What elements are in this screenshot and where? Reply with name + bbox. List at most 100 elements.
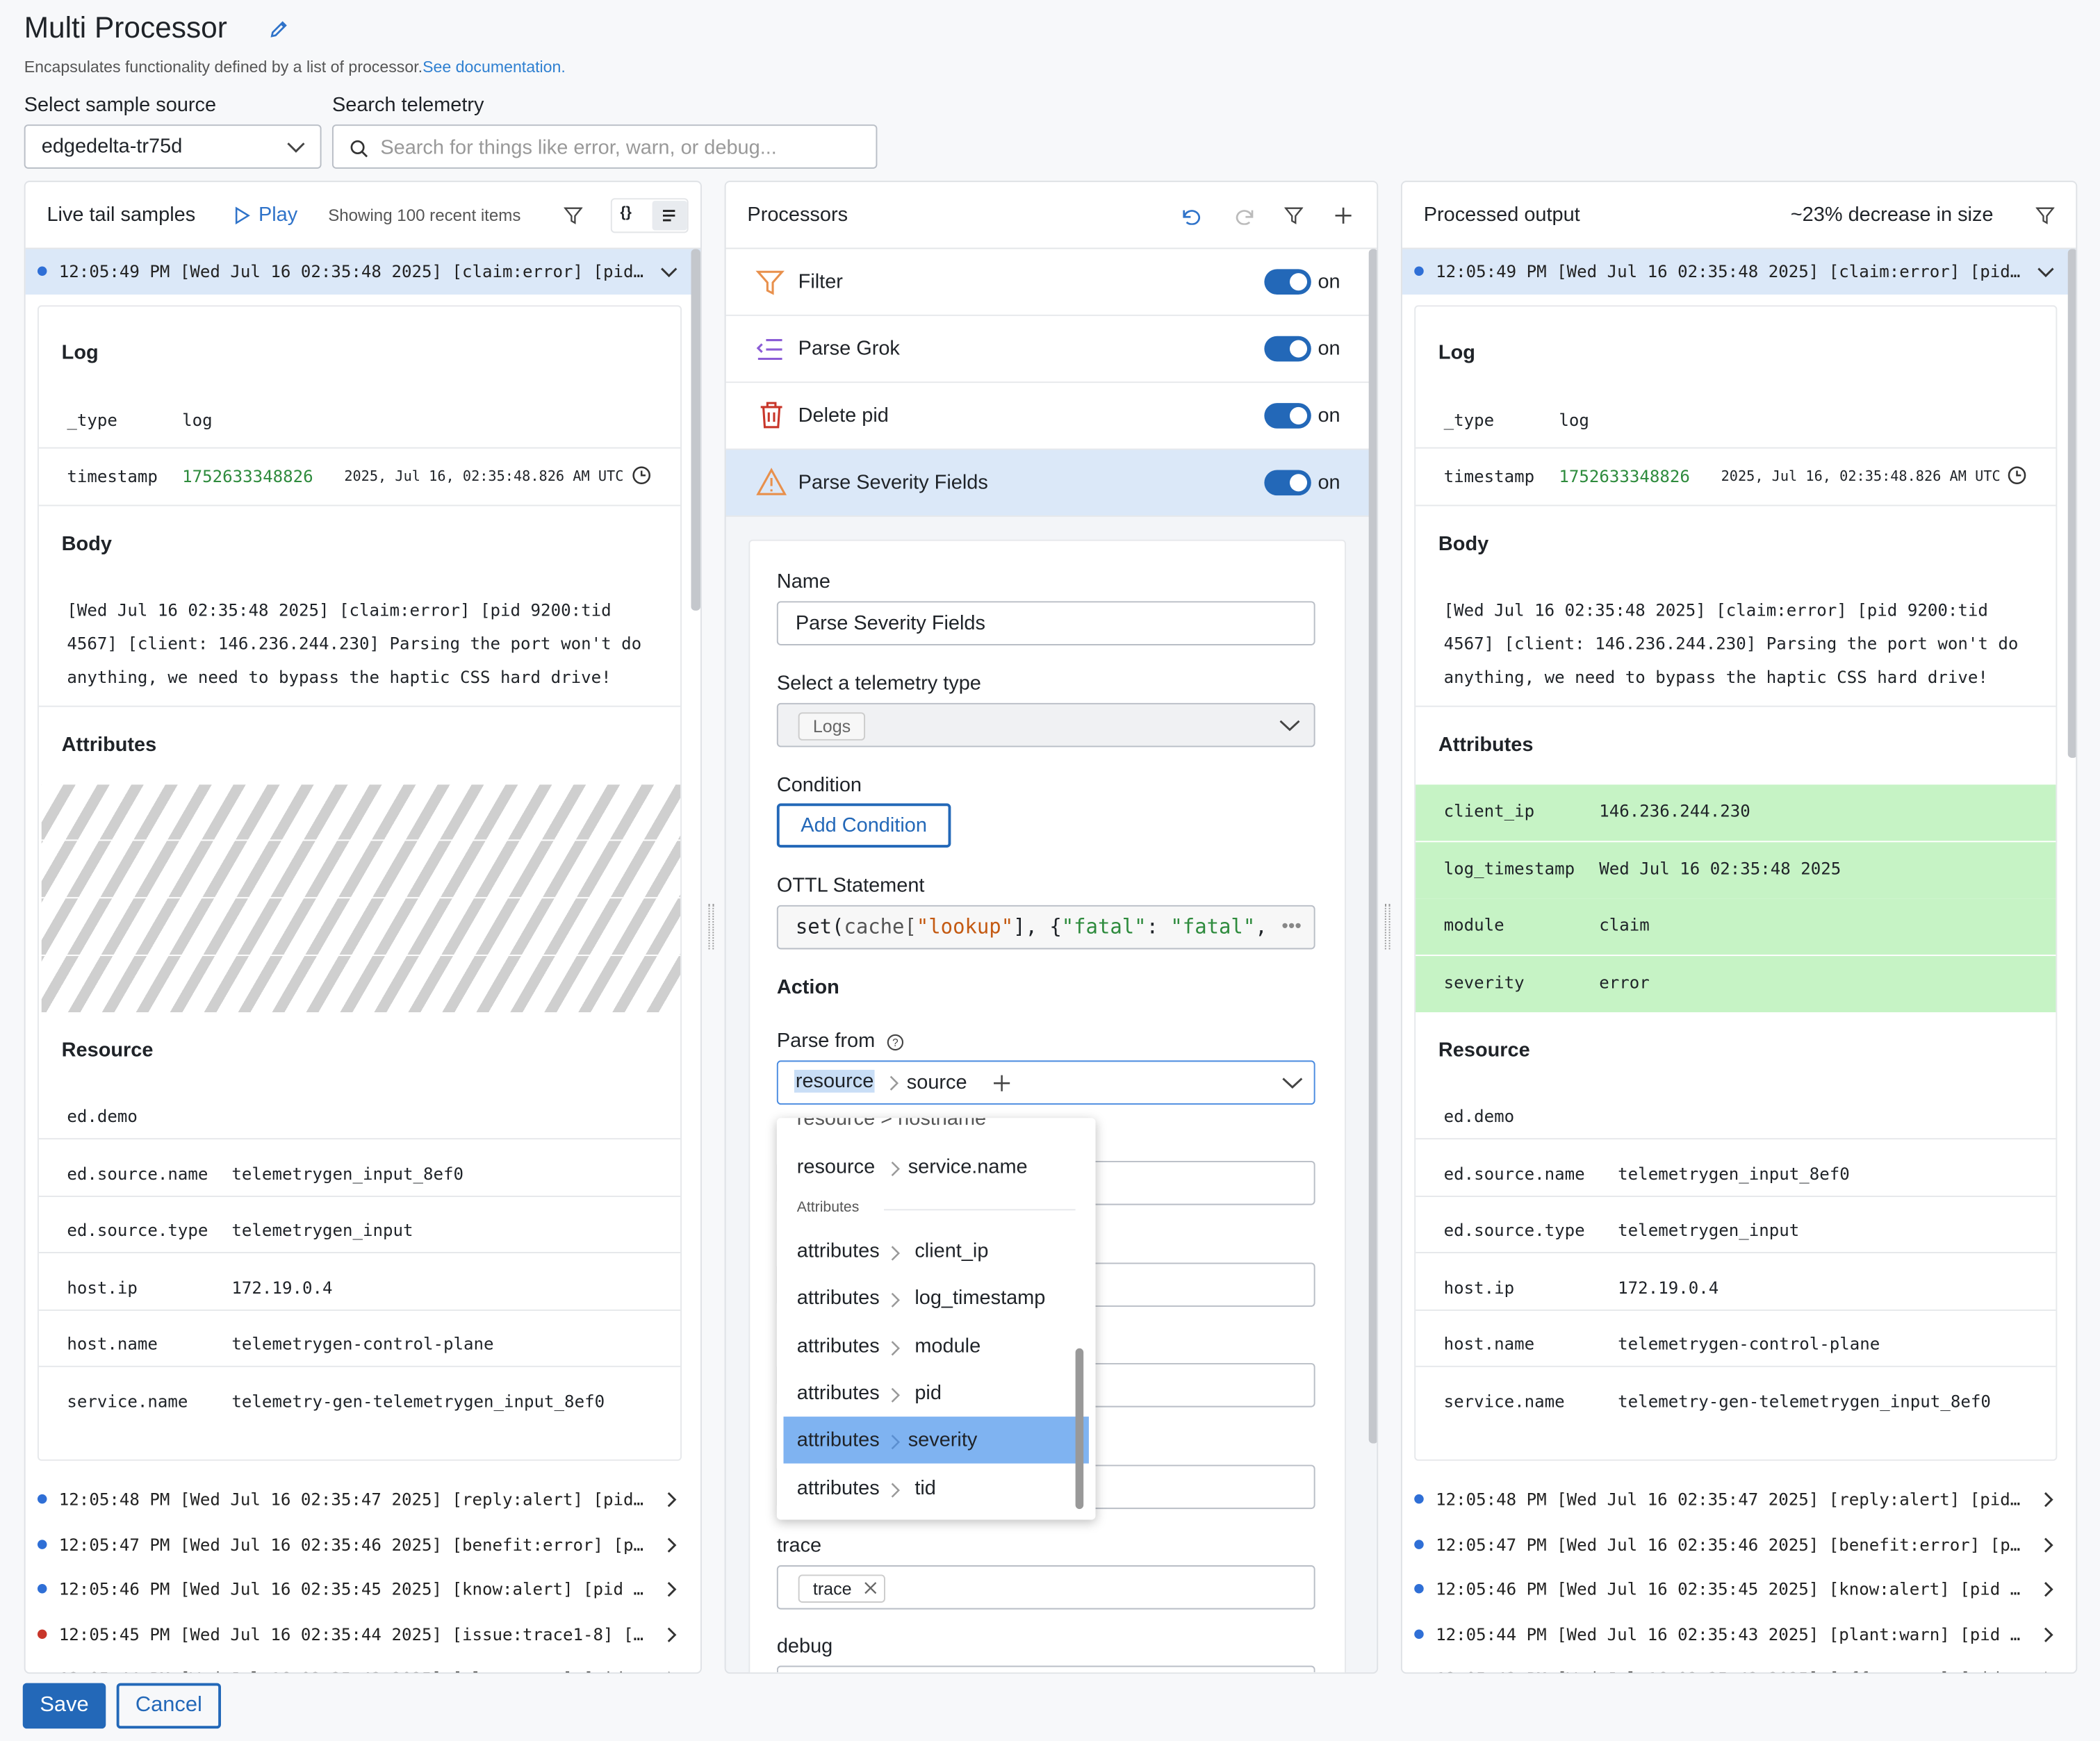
resize-handle[interactable] bbox=[1384, 903, 1391, 950]
scrollbar[interactable] bbox=[691, 249, 700, 611]
toggle-switch[interactable] bbox=[1264, 403, 1311, 429]
size-decrease-badge: ~23% decrease in size bbox=[1790, 203, 1994, 226]
close-icon[interactable] bbox=[864, 1581, 877, 1594]
chevron-right-icon[interactable] bbox=[2042, 1671, 2054, 1674]
dropdown-item-field: module bbox=[914, 1334, 981, 1358]
log-row[interactable]: 12:05:45 PM [Wed Jul 16 02:35:44 2025] [… bbox=[26, 1612, 700, 1656]
save-button[interactable]: Save bbox=[22, 1683, 106, 1729]
toggle-switch[interactable] bbox=[1264, 470, 1311, 496]
list-view-icon[interactable] bbox=[652, 201, 687, 231]
toggle-switch[interactable] bbox=[1264, 336, 1311, 362]
list-icon bbox=[756, 338, 782, 361]
help-icon[interactable]: ? bbox=[887, 1034, 904, 1051]
toggle-switch[interactable] bbox=[1264, 269, 1311, 295]
search-input[interactable]: Search for things like error, warn, or d… bbox=[380, 137, 776, 160]
log-row[interactable]: 12:05:46 PM [Wed Jul 16 02:35:45 2025] [… bbox=[26, 1568, 700, 1611]
dropdown-item-field: log_timestamp bbox=[914, 1287, 1046, 1310]
scrollbar[interactable] bbox=[1368, 249, 1377, 1444]
log-row[interactable]: 12:05:48 PM [Wed Jul 16 02:35:47 2025] [… bbox=[1402, 1478, 2076, 1521]
resource-value: telemetrygen_input bbox=[1618, 1219, 1800, 1240]
log-row[interactable]: 12:05:44 PM [Wed Jul 16 02:35:43 2025] [… bbox=[26, 1658, 700, 1674]
clock-icon[interactable] bbox=[632, 466, 651, 485]
processors-header: Processors bbox=[725, 182, 1377, 249]
dropdown-item-severity[interactable]: attributes severity bbox=[783, 1417, 1089, 1464]
chevron-down-icon[interactable] bbox=[2037, 267, 2054, 279]
log-row[interactable]: 12:05:47 PM [Wed Jul 16 02:35:46 2025] [… bbox=[26, 1523, 700, 1566]
log-row[interactable]: 12:05:48 PM [Wed Jul 16 02:35:47 2025] [… bbox=[26, 1478, 700, 1521]
dropdown-item-partial[interactable]: resource > hostname bbox=[797, 1118, 986, 1130]
trace-field[interactable]: trace bbox=[776, 1565, 1315, 1610]
dropdown-item-service-name[interactable]: resource service.name bbox=[777, 1144, 1096, 1190]
log-row[interactable]: 12:05:47 PM [Wed Jul 16 02:35:46 2025] [… bbox=[1402, 1523, 2076, 1566]
divider bbox=[38, 1138, 681, 1140]
log-row[interactable]: 12:05:43 PM [Wed Jul 16 02:35:42 2025] [… bbox=[1402, 1658, 2076, 1674]
chevron-down-icon bbox=[1279, 720, 1300, 732]
dropdown-item-module[interactable]: attributes module bbox=[777, 1322, 1096, 1369]
more-icon[interactable]: ••• bbox=[1281, 914, 1302, 936]
clock-icon[interactable] bbox=[2008, 466, 2026, 485]
output-title: Processed output bbox=[1423, 203, 1580, 226]
dropdown-item-client-ip[interactable]: attributes client_ip bbox=[777, 1228, 1096, 1274]
dropdown-item-log-timestamp[interactable]: attributes log_timestamp bbox=[777, 1275, 1096, 1321]
resource-key: service.name bbox=[1443, 1390, 1565, 1411]
log-row[interactable]: 12:05:44 PM [Wed Jul 16 02:35:43 2025] [… bbox=[1402, 1612, 2076, 1656]
timestamp-value: 1752633348826 bbox=[182, 465, 313, 486]
debug-field[interactable] bbox=[776, 1665, 1315, 1673]
json-view-icon[interactable]: {} bbox=[620, 205, 632, 221]
attribute-row-added bbox=[1416, 898, 2056, 955]
dropdown-item-tid[interactable]: attributes tid bbox=[777, 1464, 1096, 1511]
name-input[interactable]: Parse Severity Fields bbox=[796, 612, 985, 635]
resource-key: host.ip bbox=[1443, 1276, 1515, 1297]
parse-from-select[interactable]: resource source bbox=[776, 1060, 1315, 1105]
telemetry-type-select[interactable]: Logs bbox=[776, 702, 1315, 748]
ottl-statement-field[interactable]: set(cache["lookup"], {"fatal": "fatal", … bbox=[776, 905, 1315, 950]
filter-icon[interactable] bbox=[564, 206, 583, 225]
undo-icon[interactable] bbox=[1181, 206, 1203, 225]
search-telemetry-field[interactable]: Search for things like error, warn, or d… bbox=[331, 124, 878, 169]
documentation-link[interactable]: See documentation. bbox=[423, 58, 566, 76]
log-row[interactable]: 12:05:46 PM [Wed Jul 16 02:35:45 2025] [… bbox=[1402, 1568, 2076, 1611]
chevron-down-icon bbox=[1282, 1078, 1303, 1089]
chevron-right-icon[interactable] bbox=[666, 1492, 678, 1508]
processor-filter[interactable]: Filter on bbox=[725, 249, 1377, 316]
selected-log-row[interactable]: 12:05:49 PM [Wed Jul 16 02:35:48 2025] [… bbox=[25, 249, 700, 295]
add-icon[interactable] bbox=[992, 1074, 1011, 1093]
chevron-right-icon[interactable] bbox=[2042, 1626, 2054, 1642]
attribute-value: claim bbox=[1599, 914, 1650, 935]
status-dot bbox=[1414, 266, 1424, 277]
processor-delete-pid[interactable]: Delete pid on bbox=[725, 383, 1377, 450]
play-button[interactable]: Play bbox=[259, 204, 297, 226]
add-icon[interactable] bbox=[1334, 206, 1353, 225]
resize-handle[interactable] bbox=[708, 903, 714, 950]
chevron-down-icon[interactable] bbox=[660, 267, 678, 279]
chevron-right-icon[interactable] bbox=[2042, 1492, 2054, 1508]
selected-output-row[interactable]: 12:05:49 PM [Wed Jul 16 02:35:48 2025] [… bbox=[1402, 249, 2076, 295]
type-key: _type bbox=[67, 409, 117, 430]
chevron-right-icon[interactable] bbox=[2042, 1581, 2054, 1597]
edit-pencil-icon[interactable] bbox=[268, 19, 289, 40]
log-row-text: 12:05:46 PM [Wed Jul 16 02:35:45 2025] [… bbox=[58, 1578, 644, 1599]
processor-parse-grok[interactable]: Parse Grok on bbox=[725, 315, 1377, 383]
status-dot bbox=[1414, 1539, 1424, 1549]
sample-source-select[interactable]: edgedelta-tr75d bbox=[24, 124, 322, 169]
chevron-right-icon[interactable] bbox=[666, 1537, 678, 1553]
resource-heading: Resource bbox=[61, 1039, 154, 1062]
chevron-right-icon[interactable] bbox=[666, 1581, 678, 1597]
chevron-right-icon[interactable] bbox=[666, 1626, 678, 1642]
cancel-button[interactable]: Cancel bbox=[116, 1683, 222, 1729]
filter-icon[interactable] bbox=[1284, 206, 1304, 225]
status-dot bbox=[37, 1539, 47, 1549]
filter-icon[interactable] bbox=[2035, 206, 2055, 225]
type-value: log bbox=[1559, 409, 1589, 430]
processor-parse-severity[interactable]: Parse Severity Fields on bbox=[725, 449, 1377, 517]
chevron-right-icon[interactable] bbox=[666, 1671, 678, 1674]
scrollbar[interactable] bbox=[2067, 249, 2076, 758]
scrollbar[interactable] bbox=[1075, 1348, 1084, 1510]
dropdown-item-pid[interactable]: attributes pid bbox=[777, 1369, 1096, 1416]
add-condition-button[interactable]: Add Condition bbox=[776, 803, 951, 848]
redo-icon[interactable] bbox=[1233, 206, 1255, 225]
divider bbox=[38, 1308, 681, 1310]
name-field[interactable]: Parse Severity Fields bbox=[776, 601, 1315, 645]
play-icon[interactable] bbox=[234, 206, 250, 225]
chevron-right-icon[interactable] bbox=[2042, 1537, 2054, 1553]
